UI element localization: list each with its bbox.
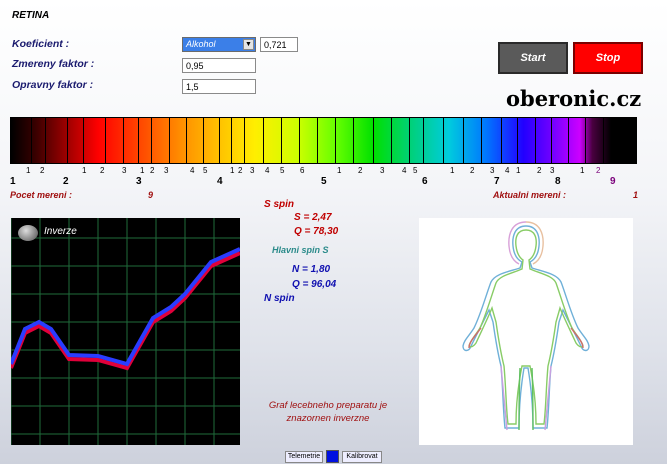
graph-caption: Graf lecebneho preparatu je znazornen in… <box>258 399 398 425</box>
graph-caption-line1: Graf lecebneho preparatu je <box>268 400 388 411</box>
spectrum-number: 1 <box>450 166 455 175</box>
spectrum-number: 5 <box>413 166 418 175</box>
zmereny-faktor-field[interactable]: 0,95 <box>182 58 256 73</box>
koeficient-select-value: Alkohol <box>186 39 216 49</box>
spectrum-number: 5 <box>203 166 208 175</box>
spectrum-group-number: 9 <box>610 176 616 187</box>
spectrum-group-number: 1 <box>10 176 16 187</box>
n-spin-q: Q = 96,04 <box>292 279 337 290</box>
stop-button[interactable]: Stop <box>573 42 643 74</box>
kalibrovat-button[interactable]: Kalibrovat <box>342 451 382 463</box>
s-spin-label: S spin <box>264 199 295 210</box>
spectrum-number: 3 <box>250 166 255 175</box>
spectrum-number: 4 <box>505 166 510 175</box>
spectrum-group-number: 3 <box>136 176 142 187</box>
hlavni-spin-label: Hlavni spin S <box>272 245 329 255</box>
spectrum-number: 3 <box>380 166 385 175</box>
koeficient-value-field[interactable]: 0,721 <box>260 37 298 52</box>
color-spectrum-bar[interactable] <box>10 117 637 164</box>
spectrum-number: 5 <box>280 166 285 175</box>
aktualni-mereni-value: 1 <box>633 190 639 200</box>
spectrum-number: 2 <box>100 166 105 175</box>
spectrum-number: 3 <box>550 166 555 175</box>
color-swatch-button[interactable] <box>326 450 339 463</box>
spectrum-number: 2 <box>40 166 45 175</box>
spectrum-number: 1 <box>230 166 235 175</box>
spectrum-number: 2 <box>358 166 363 175</box>
spectrum-number: 1 <box>516 166 521 175</box>
spectrum-number: 3 <box>122 166 127 175</box>
start-button[interactable]: Start <box>498 42 568 74</box>
spectrum-number: 4 <box>265 166 270 175</box>
spectrum-group-number: 2 <box>63 176 69 187</box>
s-spin-value: S = 2,47 <box>294 212 332 223</box>
pocet-mereni-value: 9 <box>148 190 154 200</box>
spectrum-number: 2 <box>470 166 475 175</box>
spectrum-number: 6 <box>300 166 305 175</box>
koeficient-label: Koeficient : <box>12 38 70 50</box>
spectrum-group-number: 5 <box>321 176 327 187</box>
spectrum-number: 2 <box>596 166 601 175</box>
spectrum-group-number: 6 <box>422 176 428 187</box>
brand-logo: oberonic.cz <box>506 86 642 111</box>
pocet-mereni-label: Pocet mereni : <box>10 190 73 200</box>
telemetrie-button[interactable]: Telemetrie <box>285 451 323 463</box>
n-spin-label: N spin <box>264 293 295 304</box>
n-spin-value: N = 1,80 <box>292 264 331 275</box>
s-spin-q: Q = 78,30 <box>294 226 339 237</box>
spectrum-number: 1 <box>140 166 145 175</box>
spectrum-number: 1 <box>580 166 585 175</box>
spectrum-number: 1 <box>26 166 31 175</box>
spectrum-group-number: 4 <box>217 176 223 187</box>
spectrum-number: 1 <box>337 166 342 175</box>
spectrum-number: 4 <box>402 166 407 175</box>
graph-caption-line2: znazornen inverzne <box>286 413 370 424</box>
spectrum-number: 2 <box>537 166 542 175</box>
app-title: RETINA <box>12 10 50 21</box>
spectrum-group-number: 7 <box>494 176 500 187</box>
koeficient-select[interactable]: Alkohol ▼ <box>182 37 256 52</box>
spectrum-group-numbers: 1 2 3 4 5 6 7 8 9 <box>0 176 667 190</box>
spectrum-number: 3 <box>490 166 495 175</box>
zmereny-faktor-label: Zmereny faktor : <box>12 58 95 70</box>
inverze-label: Inverze <box>44 226 77 237</box>
spectrum-number: 1 <box>82 166 87 175</box>
opravny-faktor-field[interactable]: 1,5 <box>182 79 256 94</box>
graph-svg <box>9 218 241 445</box>
spectrum-number: 3 <box>164 166 169 175</box>
aura-body-panel <box>419 218 633 445</box>
opravny-faktor-label: Opravny faktor : <box>12 79 94 91</box>
spectrum-number: 2 <box>238 166 243 175</box>
preparat-graph <box>9 218 241 445</box>
spectrum-number: 2 <box>150 166 155 175</box>
spectrum-group-number: 8 <box>555 176 561 187</box>
chevron-down-icon[interactable]: ▼ <box>243 39 254 50</box>
inverze-toggle[interactable] <box>18 225 38 241</box>
spectrum-number: 4 <box>190 166 195 175</box>
aktualni-mereni-label: Aktualni mereni : <box>493 190 567 200</box>
human-figure-icon <box>462 221 590 431</box>
